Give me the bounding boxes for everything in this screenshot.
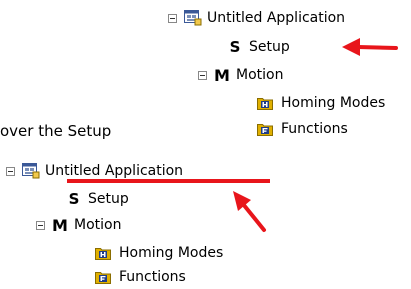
application-icon bbox=[184, 10, 202, 26]
tree-node-label: Functions bbox=[281, 121, 348, 137]
tree-node-setup[interactable]: S Setup bbox=[66, 188, 129, 210]
tree-node-label: Motion bbox=[236, 67, 284, 83]
tree-node-label: Untitled Application bbox=[45, 163, 184, 179]
tree-node-label: Setup bbox=[249, 39, 290, 55]
tree-node-untitled-application[interactable]: Untitled Application bbox=[168, 7, 345, 29]
application-icon bbox=[22, 163, 40, 179]
tree-node-motion[interactable]: M Motion bbox=[198, 64, 283, 86]
tree-node-homing-modes[interactable]: Homing Modes bbox=[257, 92, 385, 114]
tree-node-label: Untitled Application bbox=[207, 10, 346, 26]
functions-folder-icon bbox=[95, 270, 111, 284]
tree-node-label: Homing Modes bbox=[119, 245, 224, 261]
tree-node-functions[interactable]: Functions bbox=[257, 118, 348, 140]
motion-icon: M bbox=[52, 215, 68, 235]
tree-node-label: Functions bbox=[119, 269, 186, 285]
tree-node-setup[interactable]: S Setup bbox=[227, 36, 290, 58]
red-arrow-bottom bbox=[233, 191, 266, 232]
caption-text: over the Setup bbox=[0, 122, 112, 140]
tree-node-label: Motion bbox=[74, 217, 122, 233]
functions-folder-icon bbox=[257, 122, 273, 136]
tree-node-label: Homing Modes bbox=[281, 95, 386, 111]
collapse-box-icon[interactable] bbox=[6, 166, 15, 176]
tree-node-motion[interactable]: M Motion bbox=[36, 214, 121, 236]
red-arrow-top bbox=[342, 38, 398, 56]
collapse-box-icon[interactable] bbox=[36, 220, 45, 230]
motion-icon: M bbox=[214, 65, 230, 85]
homing-folder-icon bbox=[95, 246, 111, 260]
tree-node-label: Setup bbox=[88, 191, 129, 207]
tree-node-untitled-application[interactable]: Untitled Application bbox=[6, 160, 183, 182]
setup-icon: S bbox=[68, 190, 80, 208]
setup-icon: S bbox=[229, 38, 241, 56]
collapse-box-icon[interactable] bbox=[168, 13, 177, 23]
tree-node-functions[interactable]: Functions bbox=[95, 266, 186, 288]
tree-node-homing-modes[interactable]: Homing Modes bbox=[95, 242, 223, 264]
homing-folder-icon bbox=[257, 96, 273, 110]
collapse-box-icon[interactable] bbox=[198, 70, 207, 80]
